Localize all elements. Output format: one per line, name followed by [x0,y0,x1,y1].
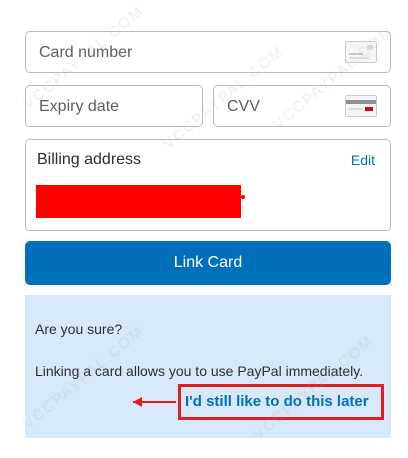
card-number-field[interactable]: Card number [25,31,391,73]
confirm-panel: Are you sure? Linking a card allows you … [25,295,391,438]
edit-billing-link[interactable]: Edit [351,152,375,168]
card-number-placeholder: Card number [39,44,133,61]
billing-address-card: Billing address Edit [25,139,391,231]
later-highlight-box: I'd still like to do this later [178,384,384,420]
expiry-date-field[interactable]: Expiry date [25,85,203,127]
redacted-address [36,185,241,218]
link-card-label: Link Card [173,254,243,271]
redaction-mark [241,195,245,199]
link-card-button[interactable]: Link Card [25,241,391,285]
confirm-message: Linking a card allows you to use PayPal … [35,363,364,379]
credit-card-icon [345,41,377,63]
do-this-later-link[interactable]: I'd still like to do this later [185,393,369,410]
card-back-cvv-icon [345,95,377,117]
billing-address-title: Billing address [37,151,142,168]
red-arrow-icon [133,397,176,407]
expiry-date-placeholder: Expiry date [39,98,120,115]
cvv-placeholder: CVV [227,98,260,115]
cvv-field[interactable]: CVV [213,85,391,127]
confirm-question: Are you sure? [35,321,123,337]
